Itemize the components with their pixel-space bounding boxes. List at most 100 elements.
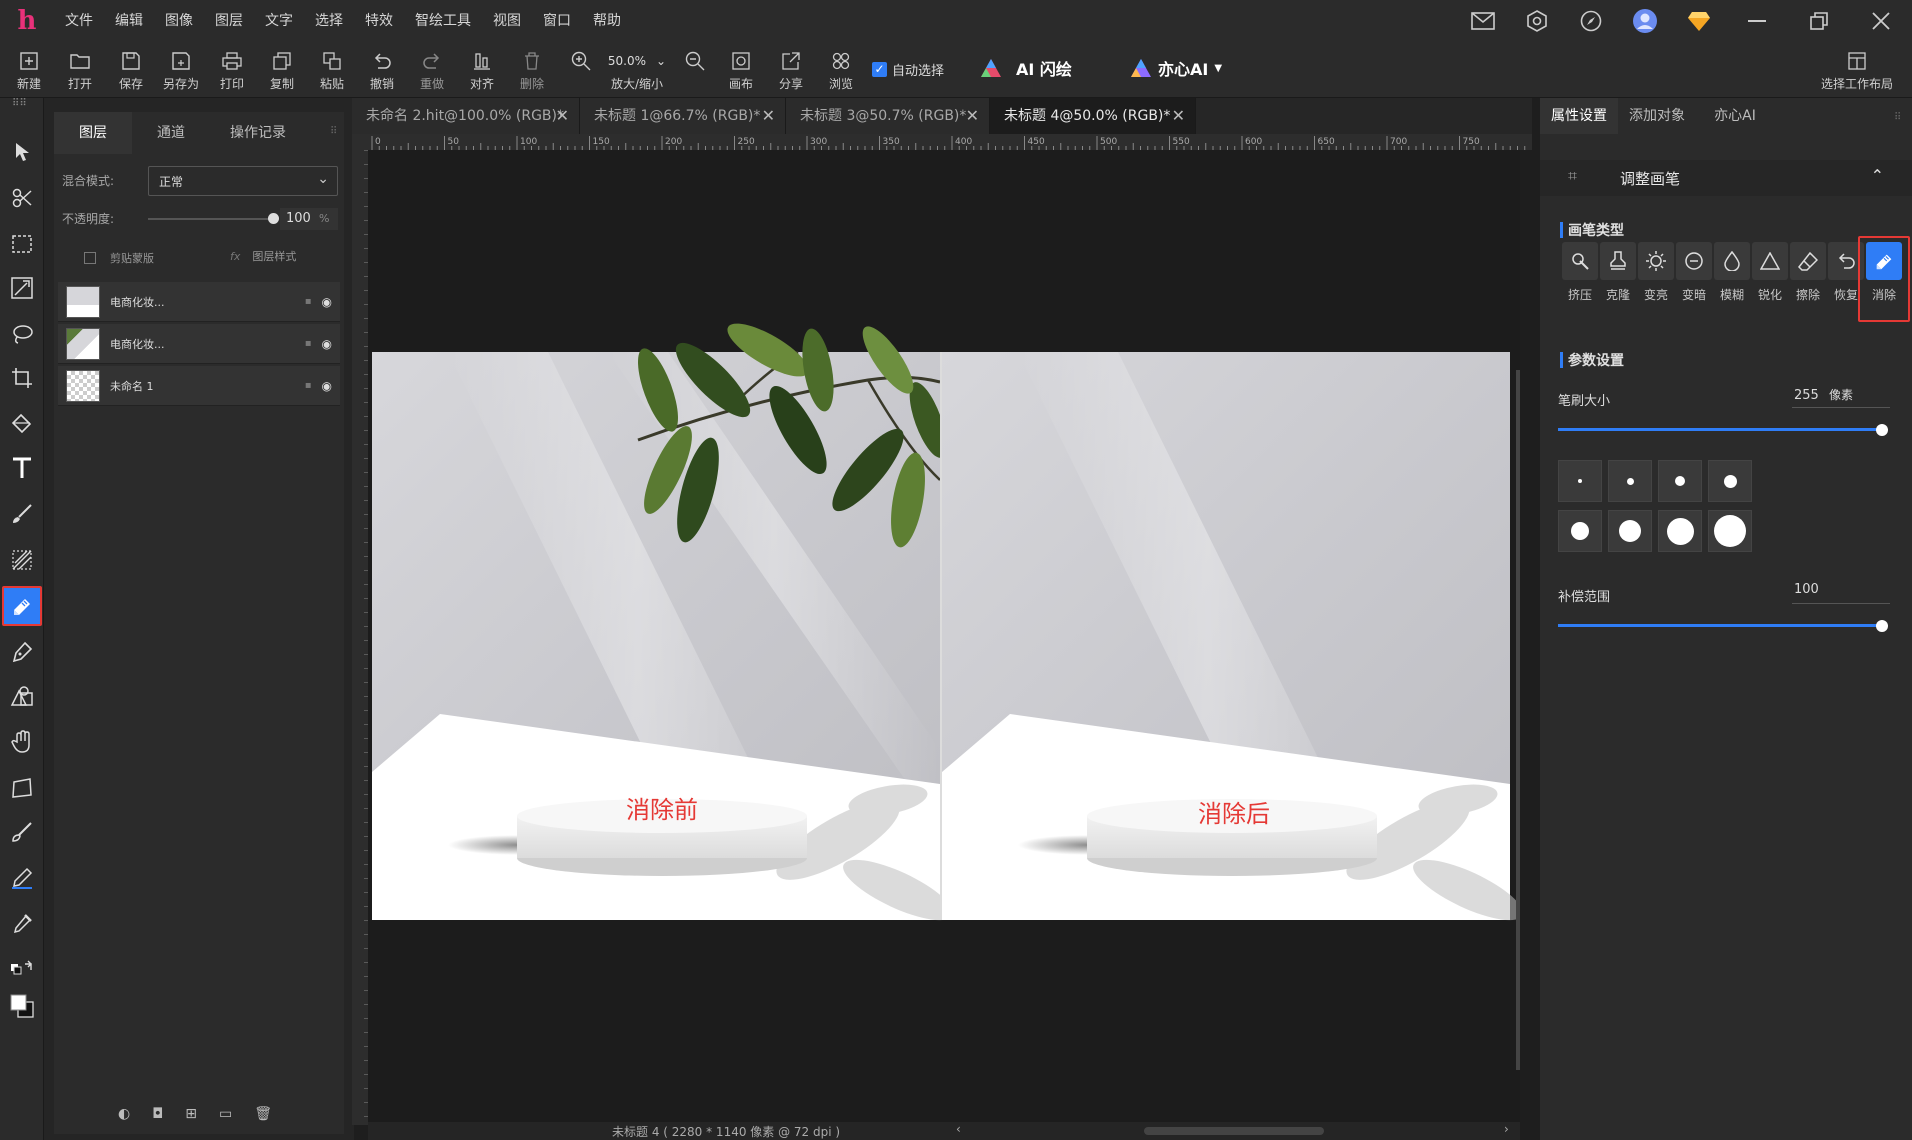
- avatar[interactable]: [1618, 0, 1672, 42]
- share-button[interactable]: 分享: [768, 50, 814, 92]
- save-button[interactable]: 保存: [108, 50, 154, 92]
- artboard[interactable]: 消除前 消除后: [368, 150, 1520, 1122]
- zoom-out-button[interactable]: [672, 50, 718, 72]
- healing-brush-icon[interactable]: [4, 814, 40, 850]
- align-button[interactable]: 对齐: [459, 50, 505, 92]
- mail-icon[interactable]: [1456, 0, 1510, 42]
- transform-tool-icon[interactable]: [4, 770, 40, 806]
- brush-preset-5[interactable]: [1558, 510, 1602, 552]
- close-icon[interactable]: ✕: [556, 98, 569, 134]
- tab-history[interactable]: 操作记录: [210, 112, 306, 154]
- swap-colors-icon[interactable]: [4, 950, 40, 986]
- eye-icon[interactable]: ◉: [322, 295, 332, 309]
- tab-properties[interactable]: 属性设置: [1540, 98, 1618, 134]
- menu-edit[interactable]: 编辑: [104, 0, 154, 42]
- lock-icon[interactable]: ▪: [305, 338, 312, 349]
- fill-bucket-icon[interactable]: [4, 406, 40, 442]
- chevron-up-icon[interactable]: ⌃: [1871, 166, 1884, 185]
- lasso-tool-icon[interactable]: [4, 316, 40, 352]
- zoom-value[interactable]: 50.0%: [608, 54, 646, 68]
- browse-button[interactable]: 浏览: [818, 50, 864, 92]
- doc-tab[interactable]: 未命名 2.hit@100.0% (RGB)* ✕: [352, 98, 580, 134]
- scroll-right-icon[interactable]: ›: [1504, 1122, 1509, 1136]
- folder-icon[interactable]: ▭: [219, 1106, 232, 1122]
- new-button[interactable]: 新建: [6, 50, 52, 92]
- minimize-icon[interactable]: [1726, 0, 1788, 42]
- pattern-stamp-icon[interactable]: [4, 542, 40, 578]
- close-icon[interactable]: ✕: [1172, 98, 1185, 134]
- tab-channels[interactable]: 通道: [132, 112, 210, 154]
- brush-preset-2[interactable]: [1608, 460, 1652, 502]
- hand-tool-icon[interactable]: [4, 724, 40, 760]
- trash-icon[interactable]: 🗑: [254, 1106, 272, 1122]
- menu-smart-tools[interactable]: 智绘工具: [404, 0, 482, 42]
- pen-tool-icon[interactable]: [4, 634, 40, 670]
- brush-tool-icon[interactable]: [4, 496, 40, 532]
- redo-button[interactable]: 重做: [409, 50, 455, 92]
- brush-preset-7[interactable]: [1658, 510, 1702, 552]
- highlighter-icon[interactable]: [4, 860, 40, 896]
- add-layer-icon[interactable]: ⊞: [185, 1106, 197, 1122]
- chevron-down-icon[interactable]: ⌄: [656, 54, 666, 68]
- panel-grip-icon[interactable]: ⠿: [330, 126, 337, 137]
- brush-darken[interactable]: 变暗: [1676, 242, 1712, 303]
- checkbox-checked-icon[interactable]: ✓: [872, 62, 887, 77]
- layer-row[interactable]: 未命名 1 ▪ ◉: [58, 366, 340, 406]
- doc-tab[interactable]: 未标题 1@66.7% (RGB)* ✕: [580, 98, 786, 134]
- tab-layers[interactable]: 图层: [54, 112, 132, 154]
- ai-flash-button[interactable]: AI 闪绘: [980, 56, 1072, 80]
- open-button[interactable]: 打开: [57, 50, 103, 92]
- panel-grip-icon[interactable]: ⠿: [1894, 112, 1901, 123]
- brush-preset-3[interactable]: [1658, 460, 1702, 502]
- opacity-slider-knob[interactable]: [268, 213, 279, 224]
- save-as-button[interactable]: 另存为: [158, 50, 204, 92]
- layer-row[interactable]: 电商化妆... ▪ ◉: [58, 282, 340, 322]
- vip-diamond-icon[interactable]: [1672, 0, 1726, 42]
- marquee-tool-icon[interactable]: [4, 226, 40, 262]
- menu-text[interactable]: 文字: [254, 0, 304, 42]
- eyedropper-icon[interactable]: [4, 906, 40, 942]
- doc-tab-active[interactable]: 未标题 4@50.0% (RGB)* ✕: [990, 98, 1196, 134]
- menu-view[interactable]: 视图: [482, 0, 532, 42]
- paste-button[interactable]: 粘贴: [309, 50, 355, 92]
- tab-add-object[interactable]: 添加对象: [1618, 98, 1696, 134]
- print-button[interactable]: 打印: [209, 50, 255, 92]
- opacity-slider[interactable]: [148, 218, 274, 220]
- restore-icon[interactable]: [1788, 0, 1850, 42]
- canvas-button[interactable]: 画布: [718, 50, 764, 92]
- blend-mode-select[interactable]: 正常 ⌄: [148, 166, 338, 196]
- magic-select-icon[interactable]: [4, 270, 40, 306]
- lock-icon[interactable]: ▪: [305, 380, 312, 391]
- opacity-input[interactable]: 100 %: [280, 208, 338, 230]
- zoom-in-button[interactable]: [558, 50, 604, 72]
- horizontal-scrollbar[interactable]: [1144, 1127, 1324, 1135]
- compensate-input[interactable]: 100: [1792, 582, 1890, 604]
- brush-lighten[interactable]: 变亮: [1638, 242, 1674, 303]
- color-swatches-icon[interactable]: [4, 988, 40, 1024]
- undo-button[interactable]: 撤销: [359, 50, 405, 92]
- workspace-layout-button[interactable]: 选择工作布局: [1812, 50, 1902, 92]
- caret-down-icon[interactable]: ▼: [1214, 63, 1222, 74]
- eye-icon[interactable]: ◉: [322, 379, 332, 393]
- layer-style-button[interactable]: fx 图层样式: [230, 248, 296, 264]
- smart-select-icon[interactable]: [4, 180, 40, 216]
- settings-icon[interactable]: [1510, 0, 1564, 42]
- move-tool-icon[interactable]: [4, 134, 40, 170]
- compensate-slider-knob[interactable]: [1876, 620, 1888, 632]
- canvas-area[interactable]: 消除前 消除后: [368, 150, 1520, 1122]
- brush-remove-selected[interactable]: 消除: [1858, 236, 1910, 322]
- mask-icon[interactable]: ◘: [152, 1106, 163, 1122]
- menu-layer[interactable]: 图层: [204, 0, 254, 42]
- clip-mask-button[interactable]: 剪贴蒙版: [84, 250, 154, 266]
- brush-preset-1[interactable]: [1558, 460, 1602, 502]
- menu-image[interactable]: 图像: [154, 0, 204, 42]
- yixin-ai-button[interactable]: 亦心AI ▼: [1130, 56, 1222, 80]
- scroll-left-icon[interactable]: ‹: [956, 1122, 961, 1136]
- brush-preset-4[interactable]: [1708, 460, 1752, 502]
- brush-squeeze[interactable]: 挤压: [1562, 242, 1598, 303]
- brush-erase[interactable]: 擦除: [1790, 242, 1826, 303]
- eye-icon[interactable]: ◉: [322, 337, 332, 351]
- remove-brush-tool-icon[interactable]: [2, 586, 42, 626]
- copy-button[interactable]: 复制: [259, 50, 305, 92]
- lock-icon[interactable]: ▪: [305, 296, 312, 307]
